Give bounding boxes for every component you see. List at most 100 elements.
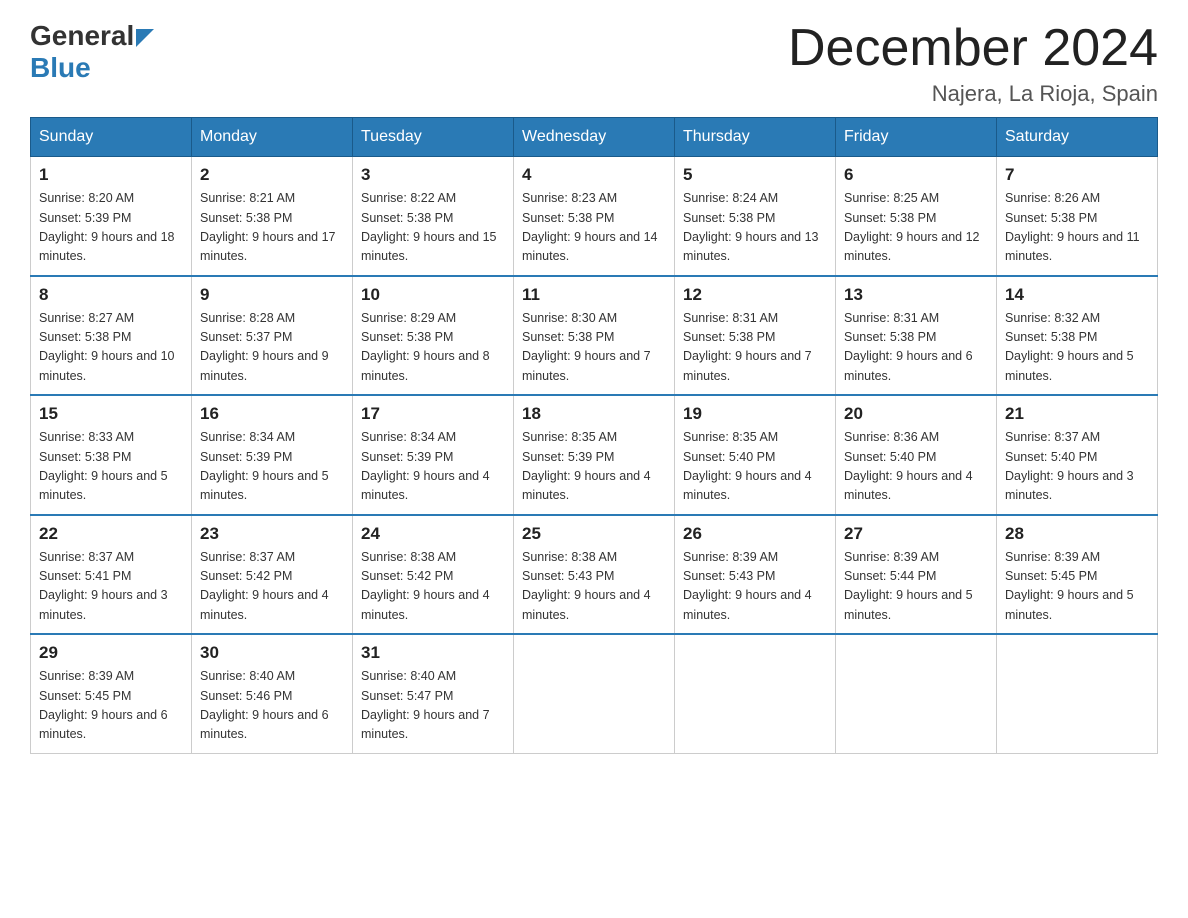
day-number: 2 <box>200 165 344 185</box>
logo: General Blue <box>30 20 154 84</box>
calendar-table: SundayMondayTuesdayWednesdayThursdayFrid… <box>30 117 1158 754</box>
day-number: 27 <box>844 524 988 544</box>
calendar-cell: 22 Sunrise: 8:37 AMSunset: 5:41 PMDaylig… <box>31 515 192 635</box>
page-subtitle: Najera, La Rioja, Spain <box>788 81 1158 107</box>
day-number: 16 <box>200 404 344 424</box>
calendar-header-saturday: Saturday <box>997 118 1158 157</box>
day-number: 6 <box>844 165 988 185</box>
calendar-cell: 4 Sunrise: 8:23 AMSunset: 5:38 PMDayligh… <box>514 157 675 276</box>
day-number: 3 <box>361 165 505 185</box>
day-info: Sunrise: 8:30 AMSunset: 5:38 PMDaylight:… <box>522 311 651 383</box>
day-info: Sunrise: 8:21 AMSunset: 5:38 PMDaylight:… <box>200 191 336 263</box>
day-info: Sunrise: 8:37 AMSunset: 5:40 PMDaylight:… <box>1005 430 1134 502</box>
day-info: Sunrise: 8:29 AMSunset: 5:38 PMDaylight:… <box>361 311 490 383</box>
calendar-header-sunday: Sunday <box>31 118 192 157</box>
day-info: Sunrise: 8:28 AMSunset: 5:37 PMDaylight:… <box>200 311 329 383</box>
day-number: 8 <box>39 285 183 305</box>
day-number: 19 <box>683 404 827 424</box>
calendar-cell: 19 Sunrise: 8:35 AMSunset: 5:40 PMDaylig… <box>675 395 836 515</box>
calendar-cell: 23 Sunrise: 8:37 AMSunset: 5:42 PMDaylig… <box>192 515 353 635</box>
calendar-cell: 5 Sunrise: 8:24 AMSunset: 5:38 PMDayligh… <box>675 157 836 276</box>
calendar-cell: 1 Sunrise: 8:20 AMSunset: 5:39 PMDayligh… <box>31 157 192 276</box>
logo-general-text: General <box>30 20 134 52</box>
calendar-cell: 11 Sunrise: 8:30 AMSunset: 5:38 PMDaylig… <box>514 276 675 396</box>
calendar-cell <box>997 634 1158 753</box>
day-info: Sunrise: 8:38 AMSunset: 5:43 PMDaylight:… <box>522 550 651 622</box>
day-info: Sunrise: 8:23 AMSunset: 5:38 PMDaylight:… <box>522 191 658 263</box>
day-number: 15 <box>39 404 183 424</box>
day-info: Sunrise: 8:33 AMSunset: 5:38 PMDaylight:… <box>39 430 168 502</box>
calendar-week-row: 15 Sunrise: 8:33 AMSunset: 5:38 PMDaylig… <box>31 395 1158 515</box>
calendar-cell: 14 Sunrise: 8:32 AMSunset: 5:38 PMDaylig… <box>997 276 1158 396</box>
day-info: Sunrise: 8:40 AMSunset: 5:46 PMDaylight:… <box>200 669 329 741</box>
page-title: December 2024 <box>788 20 1158 77</box>
calendar-cell: 8 Sunrise: 8:27 AMSunset: 5:38 PMDayligh… <box>31 276 192 396</box>
day-number: 11 <box>522 285 666 305</box>
day-number: 22 <box>39 524 183 544</box>
day-info: Sunrise: 8:31 AMSunset: 5:38 PMDaylight:… <box>844 311 973 383</box>
day-number: 1 <box>39 165 183 185</box>
calendar-header-row: SundayMondayTuesdayWednesdayThursdayFrid… <box>31 118 1158 157</box>
calendar-cell: 31 Sunrise: 8:40 AMSunset: 5:47 PMDaylig… <box>353 634 514 753</box>
day-info: Sunrise: 8:37 AMSunset: 5:41 PMDaylight:… <box>39 550 168 622</box>
day-number: 7 <box>1005 165 1149 185</box>
day-info: Sunrise: 8:39 AMSunset: 5:43 PMDaylight:… <box>683 550 812 622</box>
calendar-cell: 27 Sunrise: 8:39 AMSunset: 5:44 PMDaylig… <box>836 515 997 635</box>
day-info: Sunrise: 8:36 AMSunset: 5:40 PMDaylight:… <box>844 430 973 502</box>
calendar-cell: 16 Sunrise: 8:34 AMSunset: 5:39 PMDaylig… <box>192 395 353 515</box>
day-number: 25 <box>522 524 666 544</box>
day-info: Sunrise: 8:39 AMSunset: 5:45 PMDaylight:… <box>39 669 168 741</box>
day-number: 13 <box>844 285 988 305</box>
calendar-cell: 20 Sunrise: 8:36 AMSunset: 5:40 PMDaylig… <box>836 395 997 515</box>
day-number: 4 <box>522 165 666 185</box>
day-number: 18 <box>522 404 666 424</box>
calendar-header-monday: Monday <box>192 118 353 157</box>
day-number: 17 <box>361 404 505 424</box>
calendar-cell <box>675 634 836 753</box>
day-number: 14 <box>1005 285 1149 305</box>
calendar-cell: 2 Sunrise: 8:21 AMSunset: 5:38 PMDayligh… <box>192 157 353 276</box>
day-number: 28 <box>1005 524 1149 544</box>
page-header: General Blue December 2024 Najera, La Ri… <box>30 20 1158 107</box>
calendar-cell: 15 Sunrise: 8:33 AMSunset: 5:38 PMDaylig… <box>31 395 192 515</box>
title-block: December 2024 Najera, La Rioja, Spain <box>788 20 1158 107</box>
calendar-week-row: 8 Sunrise: 8:27 AMSunset: 5:38 PMDayligh… <box>31 276 1158 396</box>
day-info: Sunrise: 8:35 AMSunset: 5:39 PMDaylight:… <box>522 430 651 502</box>
calendar-cell: 12 Sunrise: 8:31 AMSunset: 5:38 PMDaylig… <box>675 276 836 396</box>
calendar-cell: 28 Sunrise: 8:39 AMSunset: 5:45 PMDaylig… <box>997 515 1158 635</box>
day-number: 5 <box>683 165 827 185</box>
day-info: Sunrise: 8:34 AMSunset: 5:39 PMDaylight:… <box>361 430 490 502</box>
day-number: 29 <box>39 643 183 663</box>
calendar-cell: 13 Sunrise: 8:31 AMSunset: 5:38 PMDaylig… <box>836 276 997 396</box>
day-info: Sunrise: 8:31 AMSunset: 5:38 PMDaylight:… <box>683 311 812 383</box>
day-number: 23 <box>200 524 344 544</box>
calendar-cell: 25 Sunrise: 8:38 AMSunset: 5:43 PMDaylig… <box>514 515 675 635</box>
day-number: 21 <box>1005 404 1149 424</box>
day-info: Sunrise: 8:24 AMSunset: 5:38 PMDaylight:… <box>683 191 819 263</box>
calendar-cell: 24 Sunrise: 8:38 AMSunset: 5:42 PMDaylig… <box>353 515 514 635</box>
calendar-cell: 7 Sunrise: 8:26 AMSunset: 5:38 PMDayligh… <box>997 157 1158 276</box>
calendar-cell: 3 Sunrise: 8:22 AMSunset: 5:38 PMDayligh… <box>353 157 514 276</box>
day-info: Sunrise: 8:38 AMSunset: 5:42 PMDaylight:… <box>361 550 490 622</box>
day-info: Sunrise: 8:39 AMSunset: 5:45 PMDaylight:… <box>1005 550 1134 622</box>
day-number: 24 <box>361 524 505 544</box>
day-number: 9 <box>200 285 344 305</box>
calendar-week-row: 29 Sunrise: 8:39 AMSunset: 5:45 PMDaylig… <box>31 634 1158 753</box>
calendar-week-row: 22 Sunrise: 8:37 AMSunset: 5:41 PMDaylig… <box>31 515 1158 635</box>
calendar-cell: 30 Sunrise: 8:40 AMSunset: 5:46 PMDaylig… <box>192 634 353 753</box>
logo-blue-text: Blue <box>30 52 91 83</box>
day-info: Sunrise: 8:35 AMSunset: 5:40 PMDaylight:… <box>683 430 812 502</box>
calendar-week-row: 1 Sunrise: 8:20 AMSunset: 5:39 PMDayligh… <box>31 157 1158 276</box>
day-info: Sunrise: 8:27 AMSunset: 5:38 PMDaylight:… <box>39 311 175 383</box>
calendar-cell: 29 Sunrise: 8:39 AMSunset: 5:45 PMDaylig… <box>31 634 192 753</box>
calendar-cell <box>514 634 675 753</box>
calendar-cell: 17 Sunrise: 8:34 AMSunset: 5:39 PMDaylig… <box>353 395 514 515</box>
day-number: 30 <box>200 643 344 663</box>
calendar-header-thursday: Thursday <box>675 118 836 157</box>
day-info: Sunrise: 8:32 AMSunset: 5:38 PMDaylight:… <box>1005 311 1134 383</box>
day-info: Sunrise: 8:20 AMSunset: 5:39 PMDaylight:… <box>39 191 175 263</box>
day-number: 31 <box>361 643 505 663</box>
calendar-header-friday: Friday <box>836 118 997 157</box>
calendar-cell: 10 Sunrise: 8:29 AMSunset: 5:38 PMDaylig… <box>353 276 514 396</box>
calendar-cell: 26 Sunrise: 8:39 AMSunset: 5:43 PMDaylig… <box>675 515 836 635</box>
